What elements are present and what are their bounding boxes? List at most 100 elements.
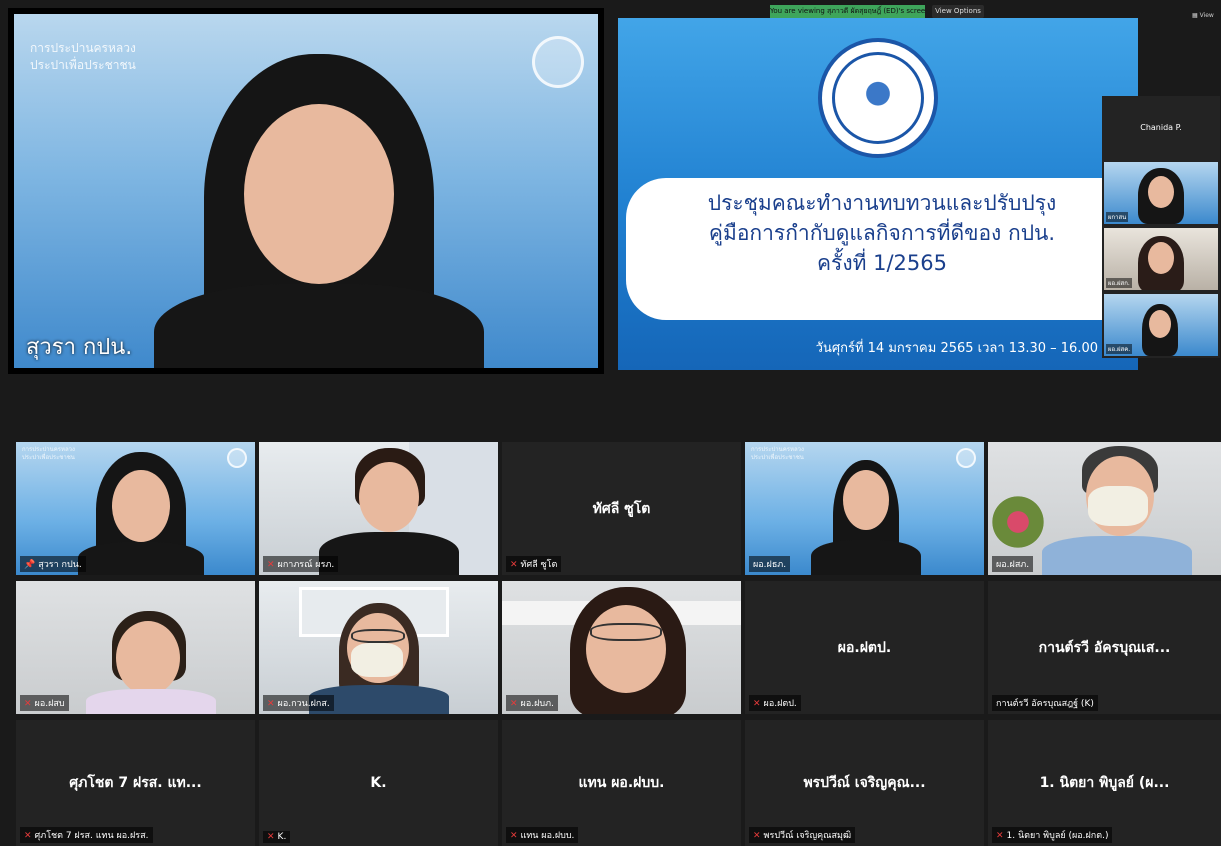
thumbnail-strip: Chanida P. ผกาสน ผอ.ฝสก. ผอ.ฝสค. bbox=[1102, 96, 1220, 358]
gallery-tile-3[interactable]: ทัศลี ซูโต ✕ ทัศลี ซูโต bbox=[502, 442, 741, 575]
slide-title-line1: ประชุมคณะทำงานทบทวนและปรับปรุง bbox=[707, 191, 1057, 215]
face-mask bbox=[351, 643, 403, 677]
tile-org-text: การประปานครหลวง ประปาเพื่อประชาชน bbox=[22, 446, 75, 461]
screen-share-banner: You are viewing สุภาวดี ผัดสุยฤษฎิ์ (ED)… bbox=[770, 5, 925, 18]
glasses bbox=[351, 629, 405, 643]
gallery-tile-6[interactable]: ✕ ผอ.ฝสบ bbox=[16, 581, 255, 714]
tile-14-label: ✕ พรปวีณ์ เจริญคุณสมุฒิ bbox=[749, 827, 856, 843]
tile-14-center-name: พรปวีณ์ เจริญคุณ... bbox=[803, 775, 926, 791]
gallery-tile-13[interactable]: แทน ผอ.ฝบบ. ✕ แทน ผอ.ฝบบ. bbox=[502, 720, 741, 846]
mic-muted-icon: ✕ bbox=[24, 831, 32, 841]
gallery-tile-15[interactable]: 1. นิตยา พิบูลย์ (ผ... ✕ 1. นิตยา พิบูลย์… bbox=[988, 720, 1221, 846]
speaker-org-line2: ประปาเพื่อประชาชน bbox=[30, 58, 136, 72]
gallery-tile-2[interactable]: ✕ ผกาภรณ์ ผรภ. bbox=[259, 442, 498, 575]
flowers bbox=[988, 492, 1048, 552]
strip-name-only: Chanida P. bbox=[1140, 123, 1182, 132]
tile-3-center-name: ทัศลี ซูโต bbox=[592, 500, 651, 517]
face bbox=[1149, 310, 1171, 338]
mic-muted-icon: ✕ bbox=[267, 699, 275, 709]
gallery-tile-7[interactable]: ✕ ผอ.กวน.ฝกส. bbox=[259, 581, 498, 714]
strip-tile-1-label: ผกาสน bbox=[1106, 212, 1129, 222]
tile-8-label: ✕ ผอ.ฝบภ. bbox=[506, 695, 558, 711]
gallery-tile-4[interactable]: การประปานครหลวง ประปาเพื่อประชาชน ผอ.ฝธภ. bbox=[745, 442, 984, 575]
slide-date: วันศุกร์ที่ 14 มกราคม 2565 เวลา 13.30 – … bbox=[815, 341, 1098, 356]
tile-5-label: ผอ.ฝสภ. bbox=[992, 556, 1034, 572]
slide-title-line2: คู่มือการกำกับดูแลกิจการที่ดีของ กปน. bbox=[708, 221, 1056, 245]
face bbox=[112, 470, 170, 542]
tile-1-label: 📌 สุวรา กปน. bbox=[20, 556, 86, 572]
tile-7-label: ✕ ผอ.กวน.ฝกส. bbox=[263, 695, 334, 711]
gallery-tile-9[interactable]: ผอ.ฝตป. ✕ ผอ.ฝตป. bbox=[745, 581, 984, 714]
slide-title-box: ประชุมคณะทำงานทบทวนและปรับปรุง คู่มือการ… bbox=[626, 178, 1138, 320]
gallery-tile-10[interactable]: กานต์รวี อัครบุณเส... กานต์รวี อัครบุณสฎ… bbox=[988, 581, 1221, 714]
mic-muted-icon: ✕ bbox=[24, 699, 32, 709]
view-mode-button[interactable]: ▦ View bbox=[1192, 12, 1214, 19]
body bbox=[319, 532, 459, 575]
view-options-button[interactable]: View Options ⌄ bbox=[932, 5, 984, 28]
speaker-video[interactable]: การประปานครหลวง ประปาเพื่อประชาชน สุวรา … bbox=[8, 8, 604, 374]
speaker-face bbox=[244, 104, 394, 284]
tile-12-label: ✕ K. bbox=[263, 831, 291, 843]
gallery-tile-1[interactable]: การประปานครหลวง ประปาเพื่อประชาชน 📌 สุวรา … bbox=[16, 442, 255, 575]
tile-8-name: ผอ.ฝบภ. bbox=[520, 699, 554, 709]
tile-14-name: พรปวีณ์ เจริญคุณสมุฒิ bbox=[763, 831, 852, 841]
tile-2-label: ✕ ผกาภรณ์ ผรภ. bbox=[263, 556, 339, 572]
shared-screen[interactable]: ประชุมคณะทำงานทบทวนและปรับปรุง คู่มือการ… bbox=[618, 18, 1138, 370]
tile-9-name: ผอ.ฝตป. bbox=[763, 699, 797, 709]
tile-3-name: ทัศลี ซูโต bbox=[520, 560, 558, 570]
body bbox=[1042, 536, 1192, 575]
face bbox=[1148, 176, 1174, 208]
mic-muted-icon: ✕ bbox=[510, 699, 518, 709]
org-seal-icon bbox=[532, 36, 584, 88]
mic-muted-icon: ✕ bbox=[510, 831, 518, 841]
speaker-org-line1: การประปานครหลวง bbox=[30, 41, 136, 55]
tile-13-label: ✕ แทน ผอ.ฝบบ. bbox=[506, 827, 579, 843]
face bbox=[843, 470, 889, 530]
strip-tile-2[interactable]: ผอ.ฝสก. bbox=[1104, 228, 1218, 290]
speaker-body bbox=[154, 284, 484, 368]
gallery-tile-14[interactable]: พรปวีณ์ เจริญคุณ... ✕ พรปวีณ์ เจริญคุณสมุ… bbox=[745, 720, 984, 846]
strip-tile-1[interactable]: ผกาสน bbox=[1104, 162, 1218, 224]
body bbox=[86, 689, 216, 714]
gallery-tile-12[interactable]: K. ✕ K. bbox=[259, 720, 498, 846]
speaker-org-text: การประปานครหลวง ประปาเพื่อประชาชน bbox=[30, 40, 136, 74]
speaker-virtual-background: การประปานครหลวง ประปาเพื่อประชาชน สุวรา … bbox=[14, 14, 598, 368]
face bbox=[586, 605, 666, 693]
body bbox=[78, 542, 204, 575]
tile-10-label: กานต์รวี อัครบุณสฎฐ์ (K) bbox=[992, 695, 1098, 711]
body bbox=[811, 540, 921, 575]
tile-2-name: ผกาภรณ์ ผรภ. bbox=[277, 560, 335, 570]
gallery-tile-8[interactable]: ✕ ผอ.ฝบภ. bbox=[502, 581, 741, 714]
mic-muted-icon: ✕ bbox=[267, 560, 275, 570]
tile-15-name: 1. นิตยา พิบูลย์ (ผอ.ฝกต.) bbox=[1006, 831, 1109, 841]
tile-1-name: สุวรา กปน. bbox=[38, 560, 82, 570]
tile-12-name: K. bbox=[277, 832, 287, 842]
tile-org-text: การประปานครหลวง ประปาเพื่อประชาชน bbox=[751, 446, 804, 461]
tile-15-center-name: 1. นิตยา พิบูลย์ (ผ... bbox=[1039, 775, 1170, 791]
mic-muted-icon: ✕ bbox=[510, 560, 518, 570]
tile-13-center-name: แทน ผอ.ฝบบ. bbox=[578, 775, 665, 791]
face bbox=[359, 462, 419, 532]
tile-11-label: ✕ ศุภโชต 7 ฝรส. แทน ผอ.ฝรส. bbox=[20, 827, 153, 843]
face bbox=[1148, 242, 1174, 274]
strip-tile-2-label: ผอ.ฝสก. bbox=[1106, 278, 1132, 288]
tile-6-label: ✕ ผอ.ฝสบ bbox=[20, 695, 69, 711]
tile-12-center-name: K. bbox=[370, 775, 387, 791]
tile-7-name: ผอ.กวน.ฝกส. bbox=[277, 699, 330, 709]
strip-tile-3[interactable]: ผอ.ฝสค. bbox=[1104, 294, 1218, 356]
gallery-tile-5[interactable]: ผอ.ฝสภ. bbox=[988, 442, 1221, 575]
mic-muted-icon: ✕ bbox=[753, 831, 761, 841]
mwa-logo-icon bbox=[818, 38, 938, 158]
tile-9-label: ✕ ผอ.ฝตป. bbox=[749, 695, 801, 711]
org-seal-icon bbox=[227, 448, 247, 468]
tile-3-label: ✕ ทัศลี ซูโต bbox=[506, 556, 562, 572]
tile-11-center-name: ศุภโชต 7 ฝรส. แท... bbox=[69, 775, 202, 791]
tile-15-label: ✕ 1. นิตยา พิบูลย์ (ผอ.ฝกต.) bbox=[992, 827, 1113, 843]
mic-muted-icon: ✕ bbox=[996, 831, 1004, 841]
tile-11-name: ศุภโชต 7 ฝรส. แทน ผอ.ฝรส. bbox=[34, 831, 149, 841]
mic-muted-icon: ✕ bbox=[267, 832, 275, 842]
gallery-tile-11[interactable]: ศุภโชต 7 ฝรส. แท... ✕ ศุภโชต 7 ฝรส. แทน ผ… bbox=[16, 720, 255, 846]
slide-title-line3: ครั้งที่ 1/2565 bbox=[817, 251, 947, 275]
org-seal-icon bbox=[956, 448, 976, 468]
pin-icon: 📌 bbox=[24, 560, 36, 570]
